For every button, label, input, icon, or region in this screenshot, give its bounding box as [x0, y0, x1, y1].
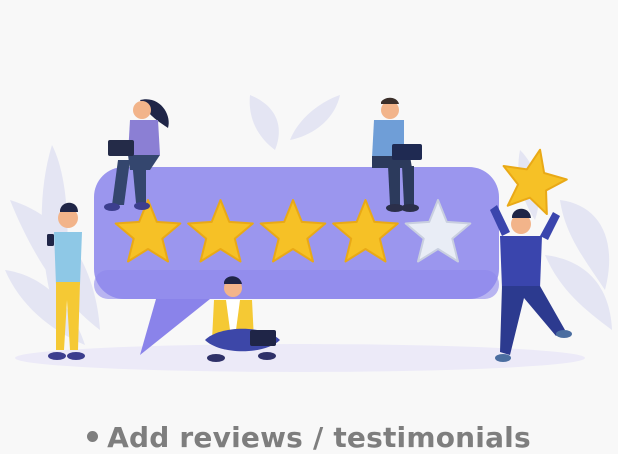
review-illustration	[5, 95, 612, 372]
bullet-dot-icon	[87, 430, 99, 442]
phone-icon	[47, 234, 54, 246]
laptop-icon	[250, 330, 276, 346]
page-caption: Add reviews / testimonials	[0, 421, 618, 454]
bubble-shadow	[94, 270, 499, 299]
caption-text: Add reviews / testimonials	[107, 421, 531, 454]
laptop-icon	[108, 140, 134, 156]
person-man-holding-star	[490, 205, 572, 362]
laptop-icon	[392, 144, 422, 160]
review-bubble	[94, 167, 499, 355]
